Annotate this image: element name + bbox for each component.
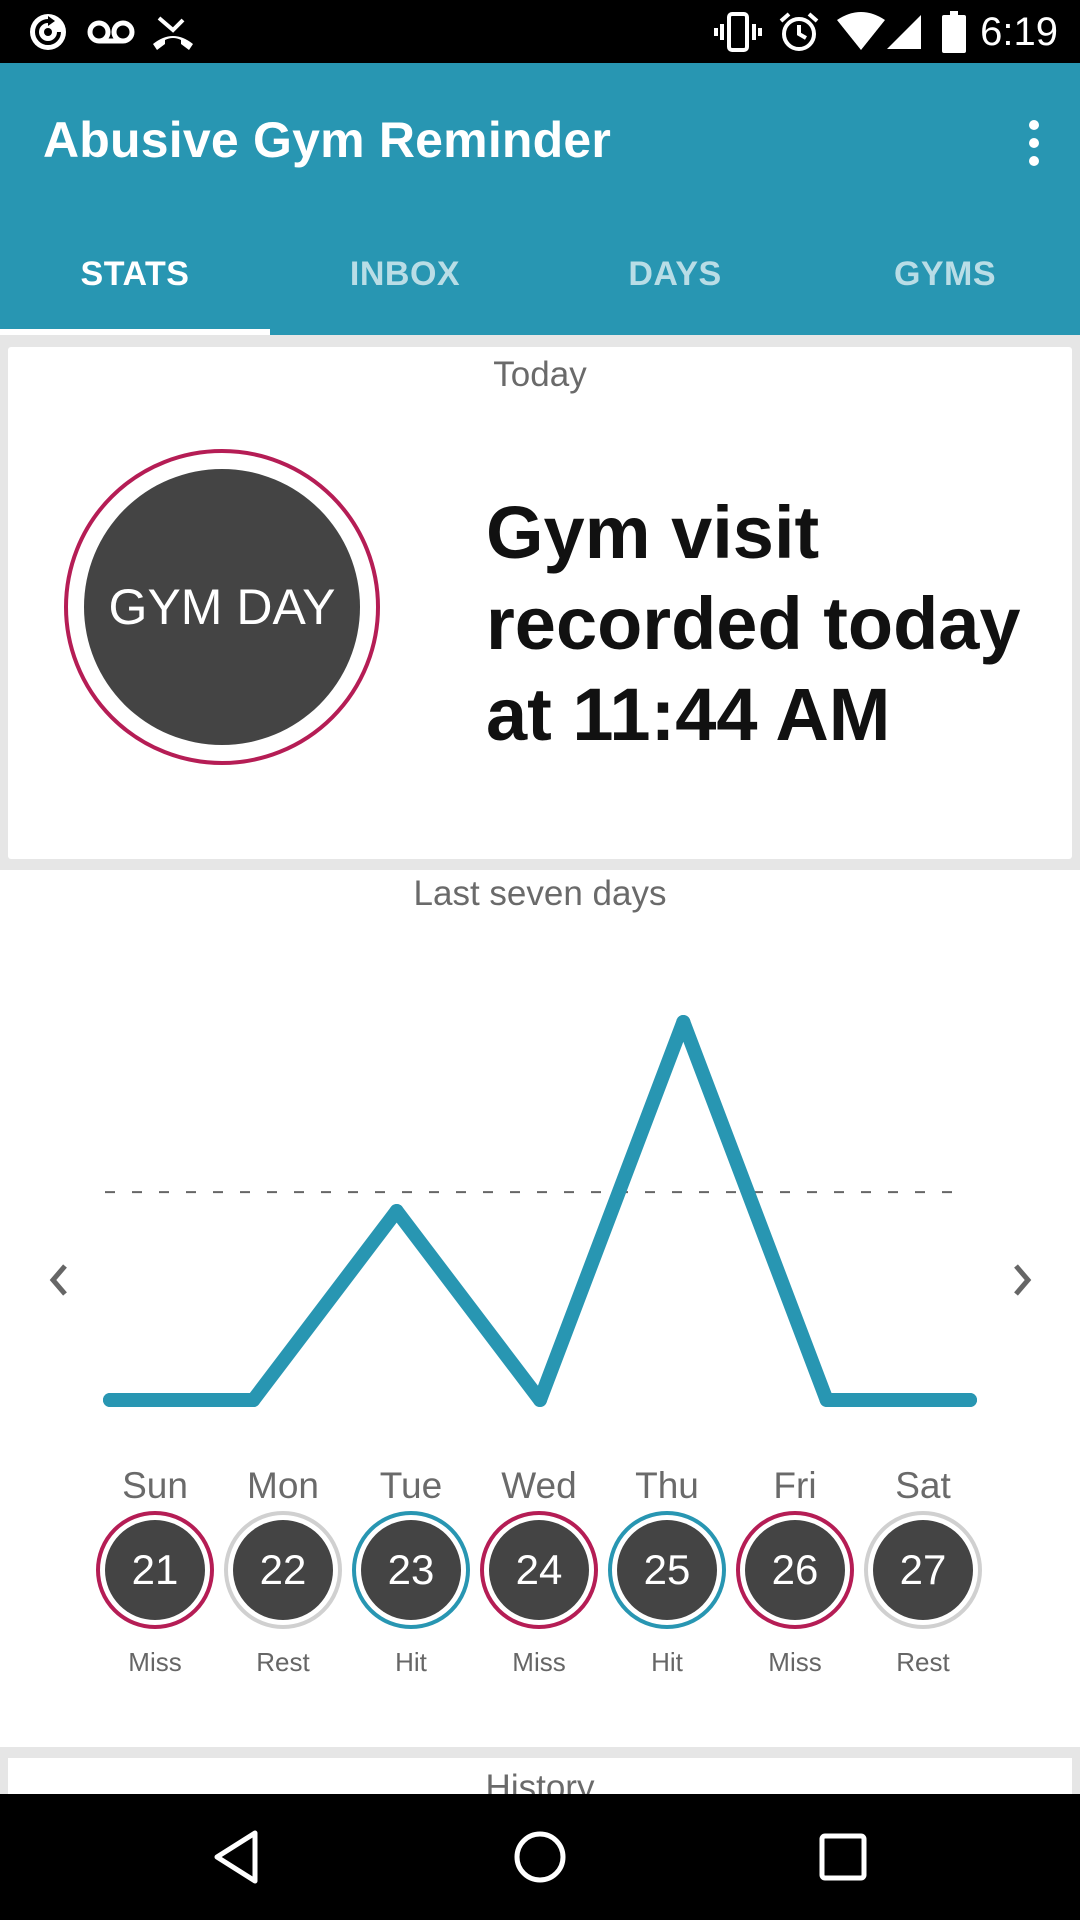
nav-bar [0, 1794, 1080, 1920]
day-status-label: Miss [768, 1647, 822, 1677]
day-status-label: Miss [128, 1647, 182, 1677]
day-button-22[interactable]: 22 [224, 1511, 342, 1629]
day-name-sat: Sat [895, 1465, 951, 1506]
data-point-tue [389, 1204, 404, 1218]
day-status-label: Rest [896, 1647, 950, 1677]
clock-time: 6:19 [980, 10, 1058, 54]
battery-icon [940, 11, 968, 53]
data-point-mon [246, 1393, 261, 1407]
day-status-label: Rest [256, 1647, 310, 1677]
app-title: Abusive Gym Reminder [43, 112, 612, 168]
home-icon[interactable] [505, 1822, 575, 1892]
app-bar: Abusive Gym Reminder STATS INBOX DAYS GY… [0, 63, 1080, 335]
day-name-mon: Mon [247, 1465, 319, 1506]
day-name-sun: Sun [122, 1465, 188, 1506]
recents-icon[interactable] [808, 1822, 878, 1892]
day-date: 23 [361, 1520, 461, 1620]
series-line [103, 1015, 977, 1407]
day-date: 26 [745, 1520, 845, 1620]
day-name-wed: Wed [501, 1465, 577, 1506]
alarm-icon [777, 12, 821, 52]
overflow-menu-icon[interactable] [1010, 111, 1058, 175]
data-point-fri [819, 1393, 834, 1407]
gym-day-badge: GYM DAY [64, 449, 380, 765]
today-card: Today GYM DAY Gym visit recorded today a… [8, 347, 1072, 859]
day-button-23[interactable]: 23 [352, 1511, 470, 1629]
day-status-label: Hit [651, 1647, 683, 1677]
today-message: Gym visit recorded today at 11:44 AM [486, 491, 1021, 756]
missed-call-icon [150, 12, 196, 52]
week-card: Last seven days Sun 21 Miss Mon 22 Rest Tue 23 H… [0, 870, 1080, 1747]
tab-gyms[interactable]: GYMS [810, 233, 1080, 335]
tab-inbox[interactable]: INBOX [270, 233, 540, 335]
day-status-label: Hit [395, 1647, 427, 1677]
data-point-sun [103, 1393, 117, 1407]
tab-stats[interactable]: STATS [0, 233, 270, 335]
voicemail-icon [86, 12, 136, 52]
data-point-wed [533, 1393, 547, 1407]
day-date: 27 [873, 1520, 973, 1620]
chevron-right-icon[interactable] [998, 1255, 1048, 1305]
day-button-21[interactable]: 21 [96, 1511, 214, 1629]
tab-days[interactable]: DAYS [540, 233, 810, 335]
status-bar: 6:19 [0, 0, 1080, 63]
day-date: 24 [489, 1520, 589, 1620]
data-point-sat [963, 1393, 977, 1407]
day-name-fri: Fri [773, 1465, 817, 1506]
day-button-27[interactable]: 27 [864, 1511, 982, 1629]
gym-day-label: GYM DAY [84, 469, 360, 745]
day-name-thu: Thu [635, 1465, 699, 1506]
tab-bar: STATS INBOX DAYS GYMS [0, 233, 1080, 335]
data-point-thu [676, 1015, 691, 1029]
signal-icon [884, 12, 924, 52]
day-date: 22 [233, 1520, 333, 1620]
sync-icon [26, 12, 70, 52]
day-name-tue: Tue [379, 1465, 443, 1506]
chevron-left-icon[interactable] [33, 1255, 83, 1305]
day-button-25[interactable]: 25 [608, 1511, 726, 1629]
wifi-icon [834, 12, 888, 52]
today-card-title: Today [493, 355, 587, 394]
back-icon[interactable] [202, 1822, 272, 1892]
day-date: 25 [617, 1520, 717, 1620]
active-tab-indicator [0, 329, 270, 335]
day-status-label: Miss [512, 1647, 566, 1677]
day-date: 21 [105, 1520, 205, 1620]
day-button-24[interactable]: 24 [480, 1511, 598, 1629]
vibrate-icon [713, 12, 763, 52]
day-button-26[interactable]: 26 [736, 1511, 854, 1629]
